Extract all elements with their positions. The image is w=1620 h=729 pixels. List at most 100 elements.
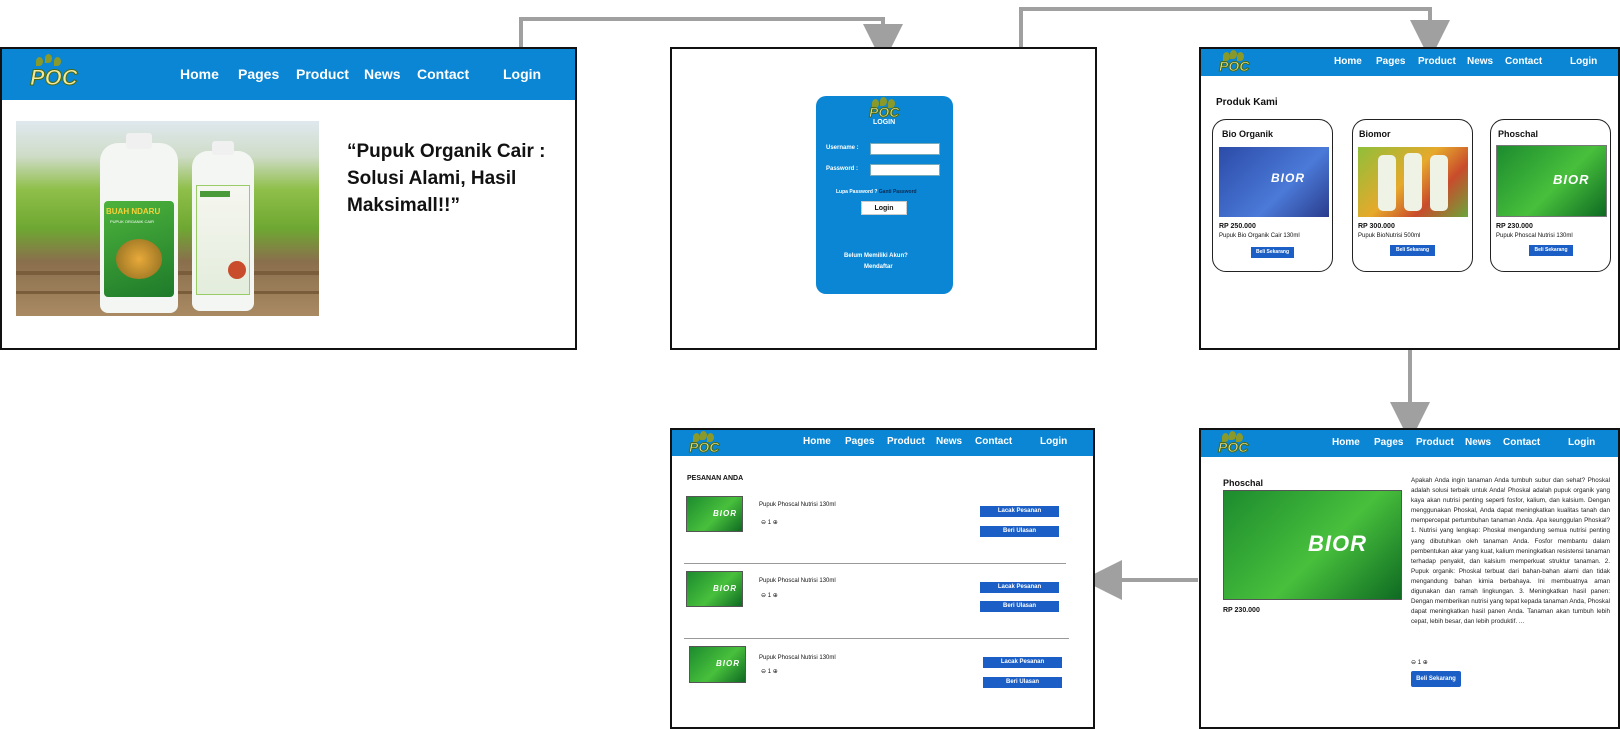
nav-news[interactable]: News [1467,56,1493,67]
tagline-line3: Maksimall!!” [347,195,460,216]
nav-login[interactable]: Login [1040,436,1067,447]
navbar: POC Home Pages Product News Contact Logi… [2,49,575,100]
nav-news[interactable]: News [364,66,401,82]
product-name: Phoschal [1498,129,1539,139]
tagline-line1: “Pupuk Organik Cair : [347,141,546,162]
nav-home[interactable]: Home [803,436,831,447]
nav-product[interactable]: Product [1416,437,1454,448]
product-card[interactable]: Phoschal BIOR RP 230.000 Pupuk Phoscal N… [1490,119,1611,272]
product-image: BIOR [1219,147,1329,217]
product-name: Biomor [1359,129,1391,139]
product-card[interactable]: Bio Organik BIOR RP 250.000 Pupuk Bio Or… [1212,119,1333,272]
nav-contact[interactable]: Contact [1503,437,1540,448]
detail-description: Apakah Anda ingin tanaman Anda tumbuh su… [1411,477,1610,626]
order-product-name: Pupuk Phoscal Nutrisi 130ml [759,502,836,508]
track-order-button[interactable]: Lacak Pesanan [983,657,1062,668]
product-desc: Pupuk BioNutrisi 500ml [1358,233,1421,239]
no-account-text: Belum Memiliki Akun? [844,253,908,259]
quantity-stepper[interactable]: ⊖ 1 ⊕ [1411,659,1428,666]
logo[interactable]: POC [1217,50,1251,75]
track-order-button[interactable]: Lacak Pesanan [980,582,1059,593]
nav-login[interactable]: Login [1568,437,1595,448]
nav-product[interactable]: Product [887,436,925,447]
forgot-label: Lupa Password ? [836,189,878,195]
order-product-name: Pupuk Phoscal Nutrisi 130ml [759,655,836,661]
password-label: Password : [826,166,859,172]
order-divider [684,563,1066,564]
order-box-label: BIOR [713,584,737,593]
product-price: RP 230.000 [1496,223,1533,230]
nav-pages[interactable]: Pages [845,436,874,447]
detail-price: RP 230.000 [1223,607,1260,614]
username-label: Username : [826,145,859,151]
logo[interactable]: POC [1216,431,1250,456]
nav-login[interactable]: Login [1570,56,1597,67]
logo[interactable]: POC [28,54,78,91]
product-desc: Pupuk Bio Organik Cair 130ml [1219,233,1300,239]
order-qty[interactable]: ⊖ 1 ⊕ [761,668,778,675]
navbar: POC Home Pages Product News Contact Logi… [672,430,1093,456]
review-button[interactable]: Beri Ulasan [980,601,1059,612]
buy-now-button[interactable]: Beli Sekarang [1251,247,1294,258]
buy-now-button[interactable]: Beli Sekarang [1529,245,1573,256]
products-heading: Produk Kami [1216,97,1278,108]
order-qty[interactable]: ⊖ 1 ⊕ [761,592,778,599]
order-row: BIOR Pupuk Phoscal Nutrisi 130ml ⊖ 1 ⊕ L… [672,430,1093,688]
product-card[interactable]: Biomor RP 300.000 Pupuk BioNutrisi 500ml… [1352,119,1473,272]
nav-news[interactable]: News [936,436,962,447]
username-input[interactable] [870,143,940,155]
order-product-name: Pupuk Phoscal Nutrisi 130ml [759,578,836,584]
order-image: BIOR [686,496,743,532]
detail-product-image: BIOR [1223,490,1402,600]
nav-pages[interactable]: Pages [1374,437,1403,448]
logo-text: POC [30,65,79,91]
review-button[interactable]: Beri Ulasan [980,526,1059,537]
change-password-link[interactable]: Ganti Password [879,189,917,195]
logo[interactable]: POC [687,431,721,456]
login-logo: POC [866,97,902,121]
nav-contact[interactable]: Contact [975,436,1012,447]
nav-home[interactable]: Home [180,66,219,82]
forgot-password-text: Lupa Password ? Ganti Password [836,189,917,195]
nav-login[interactable]: Login [503,66,541,82]
nav-home[interactable]: Home [1332,437,1360,448]
detail-product-name: Phoschal [1223,478,1264,488]
buy-now-button[interactable]: Beli Sekarang [1390,245,1435,256]
product-box-label: BIOR [1271,171,1305,185]
product-box-label: BIOR [1553,172,1590,187]
product-price: RP 300.000 [1358,223,1395,230]
nav-pages[interactable]: Pages [1376,56,1405,67]
nav-home[interactable]: Home [1334,56,1362,67]
bottle-back [192,141,254,311]
orders-heading: PESANAN ANDA [687,475,744,482]
buy-now-button[interactable]: Beli Sekarang [1411,671,1461,687]
login-logo-text: POC [868,104,900,121]
nav-pages[interactable]: Pages [238,66,279,82]
order-box-label: BIOR [713,509,737,518]
track-order-button[interactable]: Lacak Pesanan [980,506,1059,517]
product-image [1358,147,1468,217]
detail-box-label: BIOR [1308,531,1367,556]
navbar: POC Home Pages Product News Contact Logi… [1201,430,1618,457]
nav-product[interactable]: Product [1418,56,1456,67]
review-button[interactable]: Beri Ulasan [983,677,1062,688]
order-qty[interactable]: ⊖ 1 ⊕ [761,519,778,526]
bottle-brand: BUAH NDARU [106,207,161,216]
login-title: LOGIN [873,119,896,126]
register-link[interactable]: Mendaftar [864,264,893,270]
login-screen: POC LOGIN Username : Password : Lupa Pas… [670,47,1097,350]
product-desc: Pupuk Phoscal Nutrisi 130ml [1496,233,1573,239]
logo-text: POC [1217,439,1249,456]
bottle-sub: PUPUK ORGANIK CAIR [110,219,155,224]
tagline-line2: Solusi Alami, Hasil [347,168,517,189]
order-image: BIOR [689,646,746,683]
logo-text: POC [688,439,720,456]
password-input[interactable] [870,164,940,176]
nav-contact[interactable]: Contact [1505,56,1542,67]
nav-contact[interactable]: Contact [417,66,469,82]
navbar: POC Home Pages Product News Contact Logi… [1201,49,1618,76]
nav-product[interactable]: Product [296,66,349,82]
logo-text: POC [1218,58,1250,75]
login-button[interactable]: Login [861,201,907,215]
nav-news[interactable]: News [1465,437,1491,448]
